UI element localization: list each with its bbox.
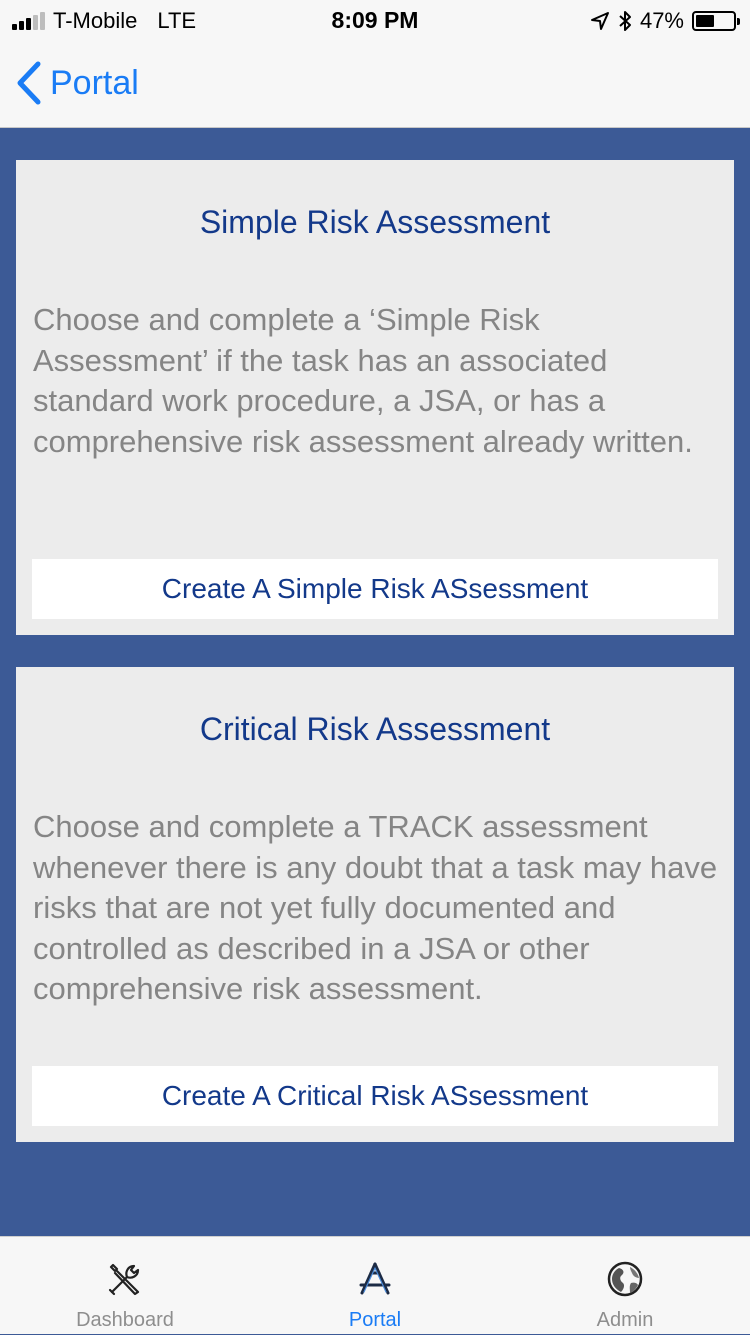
status-right: 47% — [590, 8, 740, 34]
card-title: Simple Risk Assessment — [199, 204, 551, 240]
navigation-bar: Portal — [0, 40, 750, 128]
tab-dashboard[interactable]: Dashboard — [0, 1237, 250, 1335]
tab-bar: Dashboard Portal Admin — [0, 1236, 750, 1334]
card-description: Choose and complete a TRACK assessment w… — [33, 809, 718, 1006]
main-content: Simple Risk Assessment Choose and comple… — [0, 128, 750, 1236]
card-description: Choose and complete a ‘Simple Risk Asses… — [33, 302, 693, 459]
tab-label: Dashboard — [76, 1309, 174, 1331]
simple-risk-card: Simple Risk Assessment Choose and comple… — [16, 160, 734, 635]
tools-icon — [108, 1263, 140, 1296]
tab-portal[interactable]: Portal — [250, 1237, 500, 1335]
tab-label: Portal — [348, 1309, 402, 1331]
battery-icon — [692, 11, 740, 31]
status-bar: T-Mobile LTE 8:09 PM 47% — [0, 0, 750, 40]
chevron-left-icon — [17, 61, 41, 105]
back-label: Portal — [50, 63, 139, 102]
back-button[interactable]: Portal — [14, 60, 139, 106]
create-simple-risk-button[interactable]: Create A Simple Risk ASsessment — [32, 559, 718, 619]
location-arrow-icon — [590, 12, 609, 30]
tab-label: Admin — [596, 1309, 654, 1331]
globe-icon — [607, 1261, 643, 1297]
app-store-icon — [359, 1262, 391, 1295]
card-title: Critical Risk Assessment — [199, 711, 551, 747]
create-critical-risk-button[interactable]: Create A Critical Risk ASsessment — [32, 1066, 718, 1126]
battery-percent: 47% — [639, 8, 684, 33]
bluetooth-icon — [619, 11, 631, 31]
critical-risk-card: Critical Risk Assessment Choose and comp… — [16, 667, 734, 1142]
tab-admin[interactable]: Admin — [500, 1237, 750, 1335]
